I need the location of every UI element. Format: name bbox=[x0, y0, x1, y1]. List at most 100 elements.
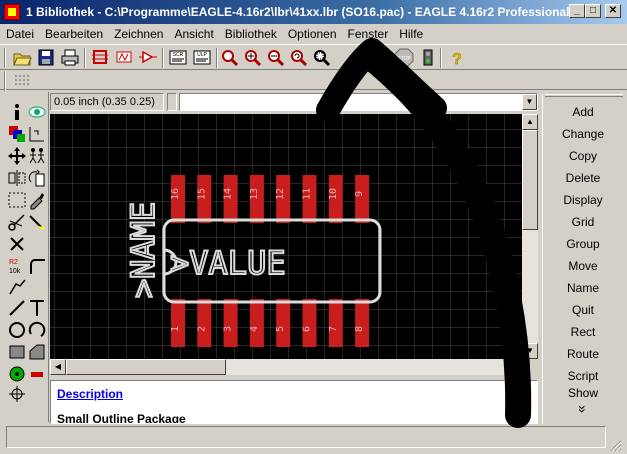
script-icon[interactable]: SCR bbox=[168, 48, 188, 67]
menu-datei[interactable]: Datei bbox=[0, 24, 39, 41]
polygon-icon[interactable] bbox=[27, 342, 47, 362]
minimize-button[interactable]: _ bbox=[569, 4, 585, 18]
menu-bearbeiten[interactable]: Bearbeiten bbox=[39, 24, 108, 41]
cmd-grid-button[interactable]: Grid bbox=[543, 211, 623, 233]
cmd-copy-button[interactable]: Copy bbox=[543, 145, 623, 167]
command-line-input[interactable] bbox=[179, 93, 538, 111]
grid-dots-icon[interactable] bbox=[14, 73, 30, 87]
group-icon[interactable] bbox=[7, 190, 27, 210]
rect-icon[interactable] bbox=[7, 342, 27, 362]
menu-optionen[interactable]: Optionen bbox=[282, 24, 342, 41]
symbol-icon[interactable] bbox=[138, 48, 158, 67]
cmd-quit-button[interactable]: Quit bbox=[543, 299, 623, 321]
show-icon[interactable] bbox=[27, 102, 47, 122]
scroll-left-button[interactable]: ◀ bbox=[50, 359, 66, 375]
menu-fenster[interactable]: Fenster bbox=[342, 24, 394, 41]
bottom-pad[interactable] bbox=[171, 299, 185, 347]
info-icon[interactable] bbox=[7, 102, 27, 122]
zoom-redraw-icon[interactable] bbox=[289, 48, 309, 67]
circle-icon[interactable] bbox=[7, 320, 27, 340]
cmd-group-button[interactable]: Group bbox=[543, 233, 623, 255]
toolbar-grip bbox=[4, 71, 6, 91]
bottom-pad[interactable] bbox=[276, 299, 291, 347]
zoom-fit-icon[interactable] bbox=[220, 48, 240, 67]
coordinate-divider bbox=[167, 93, 177, 111]
top-pad[interactable] bbox=[355, 175, 370, 223]
change-icon[interactable] bbox=[27, 190, 47, 210]
text-icon[interactable] bbox=[27, 298, 47, 318]
cmd-route-button[interactable]: Route bbox=[543, 343, 623, 365]
mark-icon[interactable] bbox=[27, 124, 47, 144]
wire-icon[interactable] bbox=[7, 298, 27, 318]
scroll-up-button[interactable]: ▲ bbox=[522, 114, 538, 130]
title-bar[interactable]: 1 Bibliothek - C:\Programme\EAGLE-4.16r2… bbox=[0, 0, 627, 24]
split-icon[interactable] bbox=[7, 276, 27, 296]
command-dropdown-button[interactable]: ▼ bbox=[522, 94, 537, 110]
move-icon[interactable] bbox=[7, 146, 27, 166]
pad-number: 13 bbox=[249, 188, 260, 200]
cmd-name-button[interactable]: Name bbox=[543, 277, 623, 299]
zoom-in-icon[interactable] bbox=[243, 48, 263, 67]
zoom-out-icon[interactable] bbox=[266, 48, 286, 67]
help-icon[interactable]: ? bbox=[447, 48, 467, 67]
bottom-pad[interactable] bbox=[223, 299, 238, 347]
cmd-change-button[interactable]: Change bbox=[543, 123, 623, 145]
horizontal-scrollbar[interactable]: ◀ ▶ bbox=[50, 359, 522, 375]
vertical-scrollbar[interactable]: ▲ ▼ bbox=[522, 114, 538, 359]
via-icon[interactable] bbox=[7, 364, 27, 384]
save-icon[interactable] bbox=[36, 48, 56, 67]
zoom-select-icon[interactable] bbox=[312, 48, 332, 67]
arc-icon[interactable] bbox=[27, 320, 47, 340]
delete-icon[interactable] bbox=[7, 234, 27, 254]
resize-grip-icon[interactable] bbox=[608, 438, 622, 452]
hole-icon[interactable] bbox=[7, 384, 27, 404]
ulp-icon[interactable]: ULP bbox=[192, 48, 212, 67]
board-icon[interactable] bbox=[90, 48, 110, 67]
print-icon[interactable] bbox=[60, 48, 80, 67]
package-drawing: 16 15 14 13 12 11 10 9 12345678 >NAME >VALUE bbox=[50, 114, 522, 359]
layout-canvas[interactable]: 16 15 14 13 12 11 10 9 12345678 >NAME >VALUE bbox=[50, 114, 522, 359]
open-icon[interactable] bbox=[12, 48, 32, 67]
description-panel: Description Small Outline Package bbox=[50, 380, 538, 424]
bottom-pad[interactable] bbox=[197, 299, 212, 347]
cmd-move-button[interactable]: Move bbox=[543, 255, 623, 277]
parameter-toolbar bbox=[0, 70, 627, 91]
rotate-icon[interactable] bbox=[27, 168, 47, 188]
close-button[interactable]: ✕ bbox=[605, 4, 621, 18]
smd-icon[interactable] bbox=[27, 364, 47, 384]
cmd-display-button[interactable]: Display bbox=[543, 189, 623, 211]
cmd-add-button[interactable]: Add bbox=[543, 101, 623, 123]
help-label: ? bbox=[452, 51, 462, 67]
maximize-button[interactable]: □ bbox=[585, 4, 601, 18]
cmd-delete-button[interactable]: Delete bbox=[543, 167, 623, 189]
bottom-pad[interactable] bbox=[249, 299, 264, 347]
vertical-scroll-thumb[interactable] bbox=[522, 130, 538, 230]
pad-number: 12 bbox=[275, 188, 286, 200]
menu-hilfe[interactable]: Hilfe bbox=[393, 24, 428, 41]
bottom-pad[interactable] bbox=[355, 299, 370, 347]
copy-icon[interactable] bbox=[27, 146, 47, 166]
stop-icon[interactable]: STOP bbox=[394, 48, 414, 67]
cmd-rect-button[interactable]: Rect bbox=[543, 321, 623, 343]
scroll-right-button[interactable]: ▶ bbox=[506, 359, 522, 375]
bottom-pad[interactable] bbox=[302, 299, 317, 347]
pad-number: 2 bbox=[196, 326, 207, 332]
description-link[interactable]: Description bbox=[57, 387, 123, 401]
scroll-down-button[interactable]: ▼ bbox=[522, 343, 538, 359]
pad-number: 5 bbox=[275, 326, 286, 332]
cut-icon[interactable] bbox=[7, 212, 27, 232]
name-icon[interactable]: R210k bbox=[7, 256, 27, 276]
bottom-pad[interactable] bbox=[328, 299, 343, 347]
mirror-icon[interactable] bbox=[7, 168, 27, 188]
command-panel: Add Change Copy Delete Display Grid Grou… bbox=[542, 94, 624, 424]
menu-ansicht[interactable]: Ansicht bbox=[168, 24, 218, 41]
miter-icon[interactable] bbox=[27, 256, 47, 276]
schematic-icon[interactable] bbox=[114, 48, 134, 67]
menu-zeichnen[interactable]: Zeichnen bbox=[108, 24, 168, 41]
menu-bibliothek[interactable]: Bibliothek bbox=[219, 24, 282, 41]
display-icon[interactable] bbox=[7, 124, 27, 144]
horizontal-scroll-thumb[interactable] bbox=[66, 359, 226, 375]
go-icon[interactable] bbox=[418, 48, 438, 67]
toolbar-grip bbox=[4, 48, 6, 68]
paste-icon[interactable] bbox=[27, 212, 47, 232]
